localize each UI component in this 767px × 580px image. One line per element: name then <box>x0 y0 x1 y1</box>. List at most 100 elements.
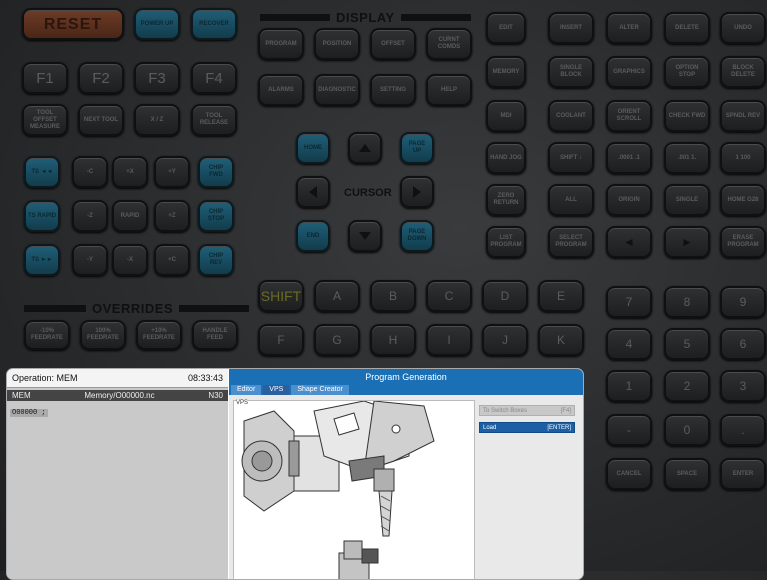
shift-row-key[interactable]: SHIFT ↕ <box>548 142 594 174</box>
page-up-key[interactable]: PAGE UP <box>400 132 434 164</box>
letter-a-key[interactable]: A <box>314 280 360 312</box>
reset-key[interactable]: RESET <box>22 8 124 40</box>
cursor-up-key[interactable] <box>348 132 382 164</box>
chip-stop-key[interactable]: CHIP STOP <box>198 200 234 232</box>
vps-panel[interactable]: VPS <box>233 400 475 579</box>
jog-minus-c-key[interactable]: -C <box>72 156 108 188</box>
jog-minus-z-key[interactable]: -Z <box>72 200 108 232</box>
setting-key[interactable]: SETTING <box>370 74 416 106</box>
load-button[interactable]: Load [ENTER] <box>479 422 575 433</box>
tab-shape-creator[interactable]: Shape Creator <box>291 385 349 395</box>
end-key[interactable]: END <box>296 220 330 252</box>
tool-offset-measure-key[interactable]: TOOL OFFSET MEASURE <box>22 104 68 136</box>
page-down-key[interactable]: PAGE DOWN <box>400 220 434 252</box>
power-up-key[interactable]: POWER UP <box>134 8 180 40</box>
enter-key[interactable]: ENTER <box>720 458 766 490</box>
x-z-key[interactable]: X / Z <box>134 104 180 136</box>
erase-program-key[interactable]: ERASE PROGRAM <box>720 226 766 258</box>
num-1-key[interactable]: 1 <box>606 370 652 402</box>
num-6-key[interactable]: 6 <box>720 328 766 360</box>
jog-plus-z-key[interactable]: +Z <box>154 200 190 232</box>
decimal-key[interactable]: . <box>720 414 766 446</box>
tab-editor[interactable]: Editor <box>231 385 262 395</box>
feed-minus-10-key[interactable]: -10% FEEDRATE <box>24 320 70 350</box>
diagnostic-key[interactable]: DIAGNOSTIC <box>314 74 360 106</box>
option-stop-key[interactable]: OPTION STOP <box>664 56 710 88</box>
undo-key[interactable]: UNDO <box>720 12 766 44</box>
arrow-right-key[interactable]: ► <box>664 226 710 258</box>
letter-f-key[interactable]: F <box>258 324 304 356</box>
space-key[interactable]: SPACE <box>664 458 710 490</box>
alter-key[interactable]: ALTER <box>606 12 652 44</box>
feed-plus-10-key[interactable]: +10% FEEDRATE <box>136 320 182 350</box>
offset-key[interactable]: OFFSET <box>370 28 416 60</box>
mdi-key[interactable]: MDI <box>486 100 526 132</box>
f1-key[interactable]: F1 <box>22 62 68 94</box>
num-8-key[interactable]: 8 <box>664 286 710 318</box>
jog-increment-0001-key[interactable]: .0001 .1 <box>606 142 652 174</box>
cancel-key[interactable]: CANCEL <box>606 458 652 490</box>
letter-k-key[interactable]: K <box>538 324 584 356</box>
edit-key[interactable]: EDIT <box>486 12 526 44</box>
origin-key[interactable]: ORIGIN <box>606 184 652 216</box>
letter-h-key[interactable]: H <box>370 324 416 356</box>
single-key[interactable]: SINGLE <box>664 184 710 216</box>
all-key[interactable]: ALL <box>548 184 594 216</box>
program-line[interactable]: O00000 ; <box>10 409 48 417</box>
alarms-key[interactable]: ALARMS <box>258 74 304 106</box>
single-block-key[interactable]: SINGLE BLOCK <box>548 56 594 88</box>
minus-key[interactable]: - <box>606 414 652 446</box>
ts-rapid-key[interactable]: TS RAPID <box>24 200 60 232</box>
num-4-key[interactable]: 4 <box>606 328 652 360</box>
orient-scroll-key[interactable]: ORIENT SCROLL <box>606 100 652 132</box>
tab-vps[interactable]: VPS <box>263 385 290 395</box>
next-tool-key[interactable]: NEXT TOOL <box>78 104 124 136</box>
letter-b-key[interactable]: B <box>370 280 416 312</box>
insert-key[interactable]: INSERT <box>548 12 594 44</box>
current-commands-key[interactable]: CURNT COMDS <box>426 28 472 60</box>
num-0-key[interactable]: 0 <box>664 414 710 446</box>
recover-key[interactable]: RECOVER <box>191 8 237 40</box>
home-g28-key[interactable]: HOME G28 <box>720 184 766 216</box>
jog-plus-x-key[interactable]: +X <box>112 156 148 188</box>
coolant-key[interactable]: COOLANT <box>548 100 594 132</box>
chip-rev-key[interactable]: CHIP REV <box>198 244 234 276</box>
f3-key[interactable]: F3 <box>134 62 180 94</box>
f4-key[interactable]: F4 <box>191 62 237 94</box>
handle-feed-key[interactable]: HANDLE FEED <box>192 320 238 350</box>
letter-d-key[interactable]: D <box>482 280 528 312</box>
spindle-rev-key[interactable]: SPNDL REV <box>720 100 766 132</box>
jog-minus-x-key[interactable]: -X <box>112 244 148 276</box>
chip-fwd-key[interactable]: CHIP FWD <box>198 156 234 188</box>
delete-key[interactable]: DELETE <box>664 12 710 44</box>
hand-jog-key[interactable]: HAND JOG <box>486 142 526 174</box>
letter-j-key[interactable]: J <box>482 324 528 356</box>
num-7-key[interactable]: 7 <box>606 286 652 318</box>
zero-return-key[interactable]: ZERO RETURN <box>486 184 526 216</box>
rapid-key[interactable]: RAPID <box>112 200 148 232</box>
select-program-key[interactable]: SELECT PROGRAM <box>548 226 594 258</box>
position-key[interactable]: POSITION <box>314 28 360 60</box>
num-3-key[interactable]: 3 <box>720 370 766 402</box>
num-9-key[interactable]: 9 <box>720 286 766 318</box>
tool-release-key[interactable]: TOOL RELEASE <box>191 104 237 136</box>
feed-100-key[interactable]: 100% FEEDRATE <box>80 320 126 350</box>
list-program-key[interactable]: LIST PROGRAM <box>486 226 526 258</box>
jog-minus-y-key[interactable]: -Y <box>72 244 108 276</box>
program-key[interactable]: PROGRAM <box>258 28 304 60</box>
cursor-right-key[interactable] <box>400 176 434 208</box>
letter-g-key[interactable]: G <box>314 324 360 356</box>
letter-c-key[interactable]: C <box>426 280 472 312</box>
home-key[interactable]: HOME <box>296 132 330 164</box>
graphics-key[interactable]: GRAPHICS <box>606 56 652 88</box>
num-2-key[interactable]: 2 <box>664 370 710 402</box>
block-delete-key[interactable]: BLOCK DELETE <box>720 56 766 88</box>
ts-fwd-key[interactable]: TS ►► <box>24 244 60 276</box>
cursor-down-key[interactable] <box>348 220 382 252</box>
ts-rev-key[interactable]: TS ◄◄ <box>24 156 60 188</box>
arrow-left-key[interactable]: ◄ <box>606 226 652 258</box>
jog-increment-1-key[interactable]: 1 100 <box>720 142 766 174</box>
jog-increment-001-key[interactable]: .001 1. <box>664 142 710 174</box>
shift-key[interactable]: SHIFT <box>258 280 304 312</box>
letter-e-key[interactable]: E <box>538 280 584 312</box>
